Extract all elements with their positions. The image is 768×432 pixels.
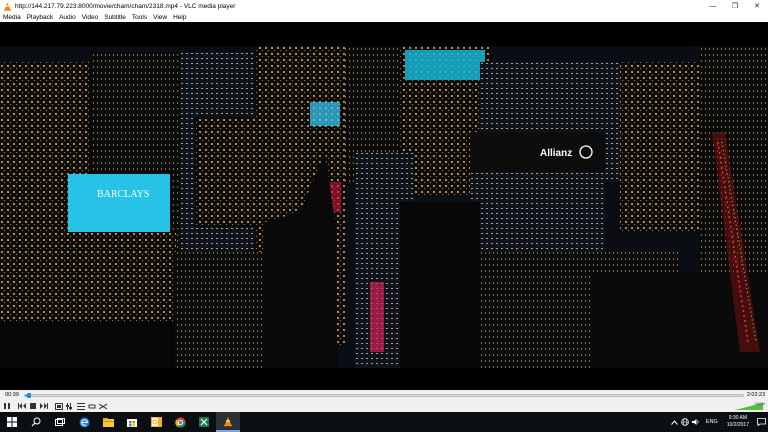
allianz-sign: Allianz — [540, 148, 572, 159]
loop-icon[interactable] — [87, 401, 97, 411]
menu-view[interactable]: View — [153, 14, 167, 21]
elapsed-time: 00:39 — [5, 392, 19, 398]
video-area[interactable]: BARCLAYS Allianz — [0, 22, 768, 390]
menu-media[interactable]: Media — [3, 14, 21, 21]
windows-start-icon[interactable] — [0, 412, 24, 432]
network-icon[interactable] — [680, 412, 691, 432]
pause-icon[interactable] — [2, 401, 12, 411]
fullscreen-icon[interactable] — [54, 401, 64, 411]
chrome-icon[interactable] — [168, 412, 192, 432]
menu-audio[interactable]: Audio — [59, 14, 76, 21]
store-icon[interactable] — [120, 412, 144, 432]
close-icon[interactable]: ✕ — [746, 0, 768, 12]
search-icon[interactable] — [24, 412, 48, 432]
stop-icon[interactable] — [28, 401, 38, 411]
excel-icon[interactable] — [192, 412, 216, 432]
vlc-icon[interactable] — [216, 412, 240, 432]
action-center-icon[interactable] — [754, 412, 768, 432]
title-bar: http://144.217.79.223:8000/movie/cham/ch… — [0, 0, 768, 12]
edge-icon[interactable] — [72, 412, 96, 432]
video-frame: BARCLAYS Allianz — [0, 22, 768, 390]
control-bar: 100% — [0, 400, 768, 412]
shuffle-icon[interactable] — [98, 401, 108, 411]
menu-video[interactable]: Video — [82, 14, 99, 21]
menu-playback[interactable]: Playback — [27, 14, 53, 21]
volume-slider[interactable]: 100% — [729, 401, 765, 411]
volume-percent: 100% — [754, 401, 765, 406]
menu-bar: Media Playback Audio Video Subtitle Tool… — [0, 12, 768, 22]
window-title: http://144.217.79.223:8000/movie/cham/ch… — [15, 2, 236, 10]
system-tray: ENG 9:30 AM 10/2/2017 — [669, 412, 768, 432]
total-time: 2:02:23 — [746, 392, 766, 398]
seek-slider[interactable] — [24, 392, 744, 398]
clock-time: 9:30 AM — [728, 415, 748, 421]
system-clock[interactable]: 9:30 AM 10/2/2017 — [727, 415, 749, 429]
next-icon[interactable] — [39, 401, 49, 411]
playlist-icon[interactable] — [76, 401, 86, 411]
menu-subtitle[interactable]: Subtitle — [104, 14, 126, 21]
vlc-cone-icon — [1, 0, 13, 12]
file-explorer-icon[interactable] — [96, 412, 120, 432]
seek-handle[interactable] — [26, 392, 31, 398]
chevron-up-icon[interactable] — [669, 412, 680, 432]
minimize-icon[interactable]: — — [702, 0, 724, 12]
maximize-icon[interactable]: ❐ — [724, 0, 746, 12]
previous-icon[interactable] — [17, 401, 27, 411]
windows-taskbar: ENG 9:30 AM 10/2/2017 — [0, 412, 768, 432]
clock-date: 10/2/2017 — [726, 422, 749, 428]
input-language[interactable]: ENG — [706, 419, 718, 425]
barclays-sign: BARCLAYS — [97, 189, 149, 200]
extended-settings-icon[interactable] — [65, 401, 75, 411]
menu-tools[interactable]: Tools — [132, 14, 147, 21]
vlc-window: http://144.217.79.223:8000/movie/cham/ch… — [0, 0, 768, 412]
seek-row: 00:39 2:02:23 — [0, 390, 768, 400]
outlook-icon[interactable] — [144, 412, 168, 432]
speaker-icon[interactable] — [691, 412, 702, 432]
task-view-icon[interactable] — [48, 412, 72, 432]
menu-help[interactable]: Help — [173, 14, 186, 21]
